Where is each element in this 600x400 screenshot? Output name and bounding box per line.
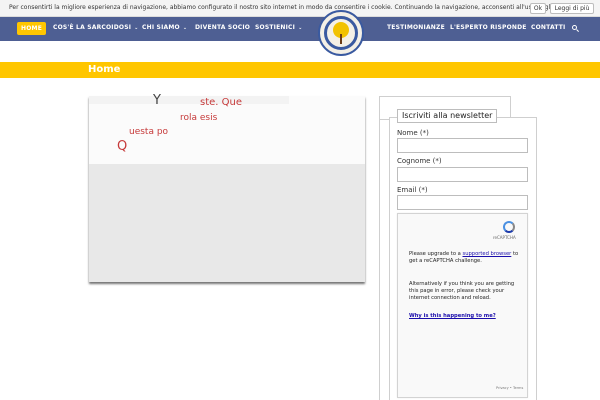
- recaptcha-upgrade-text: Please upgrade to a supported browser to…: [409, 251, 524, 265]
- cookie-ok-button[interactable]: Ok: [530, 3, 546, 14]
- recaptcha-text: Please upgrade to a: [409, 251, 463, 257]
- nav-item-esperto-risponde[interactable]: L'ESPERTO RISPONDE: [450, 24, 527, 31]
- nav-item-label: DIVENTA SOCIO: [195, 24, 251, 31]
- nav-item-diventa-socio[interactable]: DIVENTA SOCIO: [195, 24, 250, 31]
- hero-text-line: ste. Que: [200, 97, 243, 108]
- nav-item-label: CHI SIAMO: [142, 24, 180, 31]
- hero-slider-image: Y ste. Que rola esis uesta po Q: [89, 93, 365, 282]
- nav-item-label: COS'È LA SARCOIDOSI: [53, 24, 132, 31]
- email-label: Email (*): [397, 186, 428, 194]
- supported-browser-link[interactable]: supported browser: [463, 251, 512, 257]
- hero-text-line: rola esis: [180, 113, 218, 123]
- last-name-label: Cognome (*): [397, 157, 442, 165]
- first-name-label: Nome (*): [397, 129, 429, 137]
- hero-text-line: uesta po: [129, 127, 169, 137]
- recaptcha-box: reCAPTCHA Please upgrade to a supported …: [397, 213, 528, 398]
- chevron-down-icon: ⌄: [182, 25, 188, 31]
- last-name-input[interactable]: [397, 167, 528, 182]
- email-input[interactable]: [397, 195, 528, 210]
- search-icon[interactable]: [572, 25, 580, 33]
- nav-item-label: TESTIMONIANZE: [387, 24, 445, 31]
- recaptcha-error-text: Alternatively if you think you are getti…: [409, 281, 515, 301]
- nav-item-label: CONTATTI: [531, 24, 566, 31]
- hero-text-line: Y: [153, 93, 161, 108]
- nav-item-sarcoidosi[interactable]: COS'È LA SARCOIDOSI ⌄: [53, 24, 139, 31]
- nav-item-label: HOME: [21, 25, 42, 32]
- why-link[interactable]: Why is this happening to me?: [409, 313, 496, 319]
- chevron-down-icon: ⌄: [298, 25, 303, 31]
- cookie-message: Per consentirti la migliore esperienza d…: [9, 4, 573, 11]
- newsletter-title: Iscriviti alla newsletter: [397, 109, 498, 123]
- page-title: Home: [88, 64, 121, 75]
- nav-item-label: L'ESPERTO RISPONDE: [450, 24, 527, 31]
- main-nav: HOME COS'È LA SARCOIDOSI ⌄ CHI SIAMO ⌄ DIV…: [0, 17, 600, 41]
- first-name-input[interactable]: [397, 138, 528, 153]
- nav-item-label: SOSTIENICI: [255, 24, 296, 31]
- recaptcha-icon: [503, 221, 515, 233]
- nav-item-contatti[interactable]: CONTATTI: [531, 24, 566, 31]
- hero-stair-step: [89, 96, 289, 104]
- hero-text-line: Q: [117, 139, 128, 154]
- nav-item-chi-siamo[interactable]: CHI SIAMO ⌄: [142, 24, 187, 31]
- page-title-bar: Home: [0, 62, 600, 78]
- recaptcha-footer[interactable]: Privacy • Terms: [496, 386, 523, 390]
- nav-item-testimonianze[interactable]: TESTIMONIANZE: [387, 24, 445, 31]
- nav-item-home[interactable]: HOME: [17, 22, 46, 35]
- cookie-bar: Per consentirti la migliore esperienza d…: [0, 0, 600, 17]
- recaptcha-brand: reCAPTCHA: [493, 235, 516, 240]
- nav-item-sostienici[interactable]: SOSTIENICI ⌄: [255, 24, 302, 31]
- chevron-down-icon: ⌄: [134, 25, 139, 31]
- sidebar-border: [379, 96, 380, 400]
- cookie-read-more-button[interactable]: Leggi di più: [550, 3, 594, 14]
- site-logo[interactable]: [318, 10, 364, 56]
- logo-tree-icon: [340, 34, 342, 44]
